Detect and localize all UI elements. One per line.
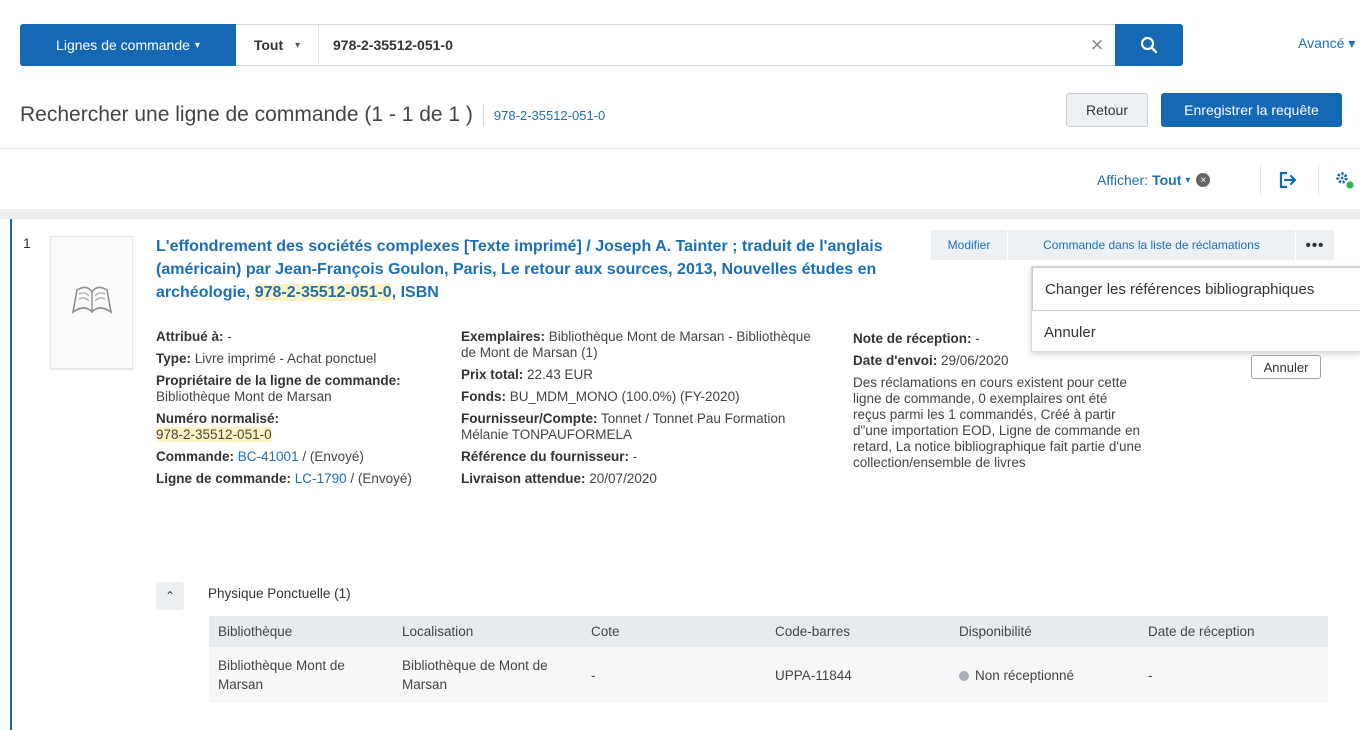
- search-button[interactable]: [1115, 24, 1183, 66]
- order-status: / (Envoyé): [298, 449, 364, 464]
- type-value: Livre imprimé - Achat ponctuel: [191, 351, 377, 366]
- more-actions-icon[interactable]: •••: [1296, 230, 1335, 260]
- item-title-isbn: 978-2-35512-051-0: [254, 284, 392, 301]
- divider: [482, 104, 484, 126]
- order-line-details-col1: Attribué à: - Type: Livre imprimé - Acha…: [156, 329, 426, 493]
- table-header-row: Bibliothèque Localisation Cote Code-barr…: [209, 616, 1328, 647]
- export-icon[interactable]: [1278, 171, 1298, 189]
- modify-button[interactable]: Modifier: [931, 230, 1008, 260]
- selected-row-indicator: [10, 219, 12, 730]
- owner-label: Propriétaire de la ligne de commande:: [156, 373, 401, 388]
- vendor-label: Fournisseur/Compte:: [461, 411, 598, 426]
- order-line-details-col2: Exemplaires: Bibliothèque Mont de Marsan…: [461, 329, 821, 493]
- divider: [1318, 165, 1319, 195]
- type-label: Type:: [156, 351, 192, 366]
- physical-items-label: Physique Ponctuelle (1): [208, 586, 351, 601]
- display-filter-label: Afficher:: [1097, 172, 1149, 188]
- search-field: Tout ▾ ×: [236, 24, 1115, 66]
- item-title-suffix: , ISBN: [391, 284, 439, 301]
- page-header: Rechercher une ligne de commande (1 - 1 …: [20, 103, 605, 127]
- search-icon: [1140, 36, 1158, 54]
- column-header: Date de réception: [1139, 616, 1328, 647]
- vendor-reference-value: -: [629, 449, 638, 464]
- vendor-reference-label: Référence du fournisseur:: [461, 449, 630, 464]
- order-line-label: Ligne de commande:: [156, 471, 292, 486]
- caret-down-icon: ▾: [1185, 174, 1191, 186]
- expected-delivery-value: 20/07/2020: [585, 471, 657, 486]
- search-bar: Lignes de commande ▾ Tout ▾ ×: [20, 24, 1183, 66]
- owner-value: Bibliothèque Mont de Marsan: [156, 389, 332, 404]
- order-link[interactable]: BC-41001: [238, 449, 299, 464]
- column-header: Localisation: [393, 616, 582, 647]
- order-line-details-col3: Note de réception: - Date d'envoi: 29/06…: [853, 331, 1143, 477]
- total-price-label: Prix total:: [461, 367, 524, 382]
- query-link[interactable]: 978-2-35512-051-0: [494, 108, 605, 123]
- receipt-note-label: Note de réception:: [853, 331, 972, 346]
- clear-icon[interactable]: ×: [1079, 32, 1115, 58]
- divider: [1260, 165, 1261, 195]
- save-query-button[interactable]: Enregistrer la requête: [1161, 93, 1342, 127]
- std-number-label: Numéro normalisé:: [156, 411, 280, 426]
- table-cell-barcode: UPPA-11844: [766, 647, 950, 703]
- receipt-note-value: -: [971, 331, 980, 346]
- row-index: 1: [23, 235, 31, 251]
- chevron-up-icon: ⌃: [164, 589, 176, 603]
- table-row[interactable]: Bibliothèque Mont de Marsan Bibliothèque…: [209, 647, 1328, 703]
- results-separator: [0, 209, 1360, 219]
- column-header: Bibliothèque: [209, 616, 393, 647]
- column-header: Code-barres: [766, 616, 950, 647]
- assigned-label: Attribué à:: [156, 329, 224, 344]
- total-price-value: 22.43 EUR: [523, 367, 594, 382]
- caret-down-icon: ▾: [295, 39, 301, 51]
- item-title-link[interactable]: L'effondrement des sociétés complexes [T…: [156, 235, 926, 304]
- table-cell-library: Bibliothèque Mont de Marsan: [209, 647, 393, 703]
- order-line-status: / (Envoyé): [346, 471, 412, 486]
- table-cell-receipt-date: -: [1139, 647, 1328, 703]
- order-label: Commande:: [156, 449, 235, 464]
- back-button[interactable]: Retour: [1066, 93, 1148, 127]
- search-scope-label: Lignes de commande: [56, 37, 190, 53]
- book-icon: [71, 286, 112, 314]
- sent-date-label: Date d'envoi:: [853, 353, 938, 368]
- display-filter-value: Tout: [1152, 172, 1182, 188]
- physical-items-table: Bibliothèque Localisation Cote Code-barr…: [209, 616, 1328, 703]
- menu-item-change-biblio[interactable]: Changer les références bibliographiques: [1032, 267, 1360, 311]
- column-header: Disponibilité: [950, 616, 1139, 647]
- alerts-text: Des réclamations en cours existent pour …: [853, 375, 1142, 470]
- expected-delivery-label: Livraison attendue:: [461, 471, 586, 486]
- status-dot-icon: [959, 670, 969, 681]
- std-number-value: 978-2-35512-051-0: [156, 427, 272, 442]
- availability-text: Non réceptionné: [975, 667, 1075, 683]
- fund-label: Fonds:: [461, 389, 506, 404]
- page-title: Rechercher une ligne de commande (1 - 1 …: [20, 103, 473, 126]
- display-filter[interactable]: Afficher: Tout ▾ ×: [1097, 172, 1211, 188]
- gear-icon[interactable]: [1334, 170, 1356, 190]
- fund-value: BU_MDM_MONO (100.0%) (FY-2020): [506, 389, 740, 404]
- copies-label: Exemplaires:: [461, 329, 546, 344]
- search-scope-dropdown[interactable]: Lignes de commande ▾: [20, 24, 236, 66]
- clear-filter-icon[interactable]: ×: [1196, 173, 1211, 187]
- search-filter-label: Tout: [253, 37, 284, 53]
- collapse-button[interactable]: ⌃: [156, 582, 184, 610]
- assigned-value: -: [223, 329, 232, 344]
- column-header: Cote: [582, 616, 766, 647]
- divider: [0, 148, 1360, 149]
- order-line-link[interactable]: LC-1790: [295, 471, 347, 486]
- sent-date-value: 29/06/2020: [937, 353, 1009, 368]
- caret-down-icon: ▾: [194, 39, 200, 51]
- search-input[interactable]: [319, 25, 1079, 65]
- book-thumbnail: [50, 236, 133, 369]
- search-filter-dropdown[interactable]: Tout ▾: [236, 25, 319, 65]
- claim-list-button[interactable]: Commande dans la liste de réclamations: [1008, 230, 1296, 260]
- table-cell-location: Bibliothèque de Mont de Marsan: [393, 647, 582, 703]
- row-actions: Modifier Commande dans la liste de récla…: [931, 230, 1335, 260]
- cancel-button[interactable]: Annuler: [1251, 355, 1321, 379]
- table-cell-availability: Non réceptionné: [950, 647, 1139, 703]
- table-cell-call-number: -: [582, 647, 766, 703]
- advanced-search-link[interactable]: Avancé ▾: [1298, 35, 1355, 52]
